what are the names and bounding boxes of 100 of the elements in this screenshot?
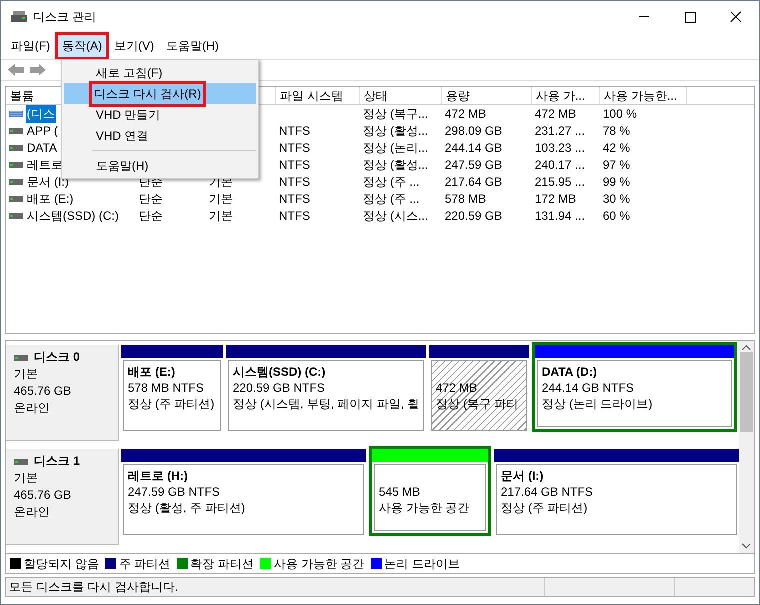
table-cell-text: 60 % bbox=[603, 208, 630, 224]
partition-block[interactable]: 545 MB 사용 가능한 공간 bbox=[369, 446, 491, 536]
table-cell-text: 244.14 GB bbox=[445, 140, 502, 156]
disk-drive-icon bbox=[11, 11, 27, 23]
table-cell-text: 247.59 GB bbox=[445, 156, 502, 174]
partition-name: 레트로 (H:) bbox=[128, 468, 189, 484]
table-cell-text: 정상 (활성... bbox=[363, 156, 428, 174]
volume-name[interactable]: APP ( bbox=[26, 122, 60, 140]
disk-size: 465.76 GB bbox=[14, 383, 72, 400]
volume-name[interactable]: 레트로 bbox=[26, 156, 64, 174]
legend-label: 주 파티션 bbox=[119, 556, 171, 572]
menu-item[interactable]: 새로 고침(F) bbox=[94, 64, 165, 82]
table-cell-text: 99 % bbox=[603, 174, 630, 190]
column-header[interactable]: 용량 bbox=[442, 87, 532, 104]
window-title: 디스크 관리 bbox=[33, 9, 96, 26]
column-header[interactable]: 상태 bbox=[360, 87, 442, 104]
scrollbar[interactable] bbox=[739, 341, 754, 553]
disk-name: 디스크 1 bbox=[34, 453, 80, 470]
disk-state: 온라인 bbox=[14, 504, 51, 521]
table-cell-text: 220.59 GB bbox=[445, 208, 502, 224]
table-cell-text: 97 % bbox=[603, 156, 630, 174]
table-cell-text: 103.23 ... bbox=[535, 140, 586, 156]
partition-status: 정상 (시스템, 부팅, 페이지 파일, 휠 bbox=[233, 396, 421, 412]
scroll-down-icon[interactable] bbox=[742, 543, 751, 549]
volume-name[interactable]: 문서 (I:) bbox=[26, 172, 70, 190]
menu-item[interactable]: 동작(A) bbox=[58, 35, 106, 57]
drive-icon bbox=[9, 194, 23, 202]
column-header[interactable]: 파일 시스템 bbox=[276, 87, 360, 104]
drive-icon bbox=[9, 144, 23, 152]
partition-size: 472 MB bbox=[436, 380, 478, 396]
drive-icon bbox=[9, 212, 23, 220]
table-cell-text: NTFS bbox=[279, 122, 310, 140]
menu-item[interactable]: VHD 연결 bbox=[94, 126, 151, 144]
table-cell-text: 42 % bbox=[603, 140, 630, 156]
disk-drive-icon bbox=[14, 458, 28, 464]
menu-item[interactable]: 도움말(H) bbox=[162, 35, 223, 57]
table-cell-text: 정상 (복구... bbox=[363, 106, 428, 122]
disk-state: 온라인 bbox=[14, 400, 51, 417]
partition-name: DATA (D:) bbox=[542, 364, 598, 380]
partition-size: 220.59 GB NTFS bbox=[233, 380, 326, 396]
table-cell-text: NTFS bbox=[279, 156, 310, 174]
table-cell-text: NTFS bbox=[279, 208, 310, 224]
partition-block[interactable]: DATA (D:) 244.14 GB NTFS 정상 (논리 드라이브) bbox=[532, 342, 737, 432]
partition-name: 문서 (I:) bbox=[501, 468, 545, 484]
drive-icon bbox=[9, 160, 23, 168]
partition-status: 정상 (주 파티션) bbox=[501, 500, 589, 516]
partition-size: 578 MB NTFS bbox=[128, 380, 206, 396]
table-cell-text: 정상 (주 ... bbox=[363, 190, 420, 208]
partition-size: 247.59 GB NTFS bbox=[128, 484, 222, 500]
drive-icon bbox=[9, 126, 23, 134]
table-cell-text: NTFS bbox=[279, 190, 310, 208]
table-cell-text: 472 MB bbox=[445, 106, 486, 122]
table-cell-text: 217.64 GB bbox=[445, 174, 502, 190]
table-cell-text: 131.94 ... bbox=[535, 208, 586, 224]
partition-size: 217.64 GB NTFS bbox=[501, 484, 594, 500]
partition-name: 시스템(SSD) (C:) bbox=[233, 364, 327, 380]
partition-status: 사용 가능한 공간 bbox=[379, 500, 471, 516]
partition-status: 정상 (복구 파티 bbox=[436, 396, 520, 412]
menu-item[interactable]: VHD 만들기 bbox=[94, 106, 163, 124]
volume-name[interactable]: 시스템(SSD) (C:) bbox=[26, 206, 120, 224]
table-cell-text: 100 % bbox=[603, 106, 638, 122]
volume-name[interactable]: 배포 (E:) bbox=[26, 190, 75, 208]
back-arrow-icon[interactable] bbox=[7, 63, 25, 77]
scroll-up-icon[interactable] bbox=[742, 345, 751, 351]
disk-label-panel[interactable]: 디스크 0 기본 465.76 GB 온라인 bbox=[6, 345, 119, 441]
partition-status: 정상 (활성, 주 파티션) bbox=[128, 500, 246, 516]
column-header[interactable]: 사용 가능한... bbox=[600, 87, 687, 104]
disk-type: 기본 bbox=[14, 470, 39, 487]
menu-item[interactable]: 보기(V) bbox=[110, 35, 158, 57]
table-cell-text: NTFS bbox=[279, 140, 310, 156]
legend-label: 할당되지 않음 bbox=[24, 556, 100, 572]
drive-icon bbox=[9, 110, 23, 118]
partition-status: 정상 (논리 드라이브) bbox=[542, 396, 654, 412]
status-text: 모든 디스크를 다시 검사합니다. bbox=[8, 579, 180, 596]
drive-icon bbox=[9, 178, 23, 186]
volume-name[interactable]: (디스 bbox=[26, 104, 56, 122]
partition-size: 244.14 GB NTFS bbox=[542, 380, 636, 396]
table-cell-text: 231.27 ... bbox=[535, 122, 586, 140]
forward-arrow-icon[interactable] bbox=[29, 63, 47, 77]
disk-name: 디스크 0 bbox=[34, 349, 80, 366]
legend-label: 확장 파티션 bbox=[190, 556, 254, 572]
table-cell-text: 578 MB bbox=[445, 190, 486, 208]
partition-name: 배포 (E:) bbox=[128, 364, 176, 380]
table-cell-text: 정상 (논리... bbox=[363, 140, 428, 156]
menu-item[interactable]: 도움말(H) bbox=[94, 156, 151, 174]
disk-type: 기본 bbox=[14, 366, 39, 383]
legend-label: 논리 드라이브 bbox=[384, 556, 460, 572]
volume-name[interactable]: DATA bbox=[26, 138, 58, 156]
table-cell-text: NTFS bbox=[279, 174, 310, 190]
partition-size: 545 MB bbox=[379, 484, 422, 500]
disk-label-panel[interactable]: 디스크 1 기본 465.76 GB 온라인 bbox=[6, 449, 119, 545]
table-cell-text: 472 MB bbox=[535, 106, 576, 122]
column-header[interactable]: 사용 가... bbox=[532, 87, 600, 104]
table-cell-text: 172 MB bbox=[535, 190, 576, 208]
table-cell-text: 단순 bbox=[139, 190, 163, 208]
menu-item[interactable]: 파일(F) bbox=[7, 35, 54, 57]
table-cell-text: 30 % bbox=[603, 190, 630, 208]
table-cell-text: 240.17 ... bbox=[535, 156, 586, 174]
table-cell-text: 기본 bbox=[209, 208, 233, 224]
table-cell-text: 단순 bbox=[139, 208, 163, 224]
